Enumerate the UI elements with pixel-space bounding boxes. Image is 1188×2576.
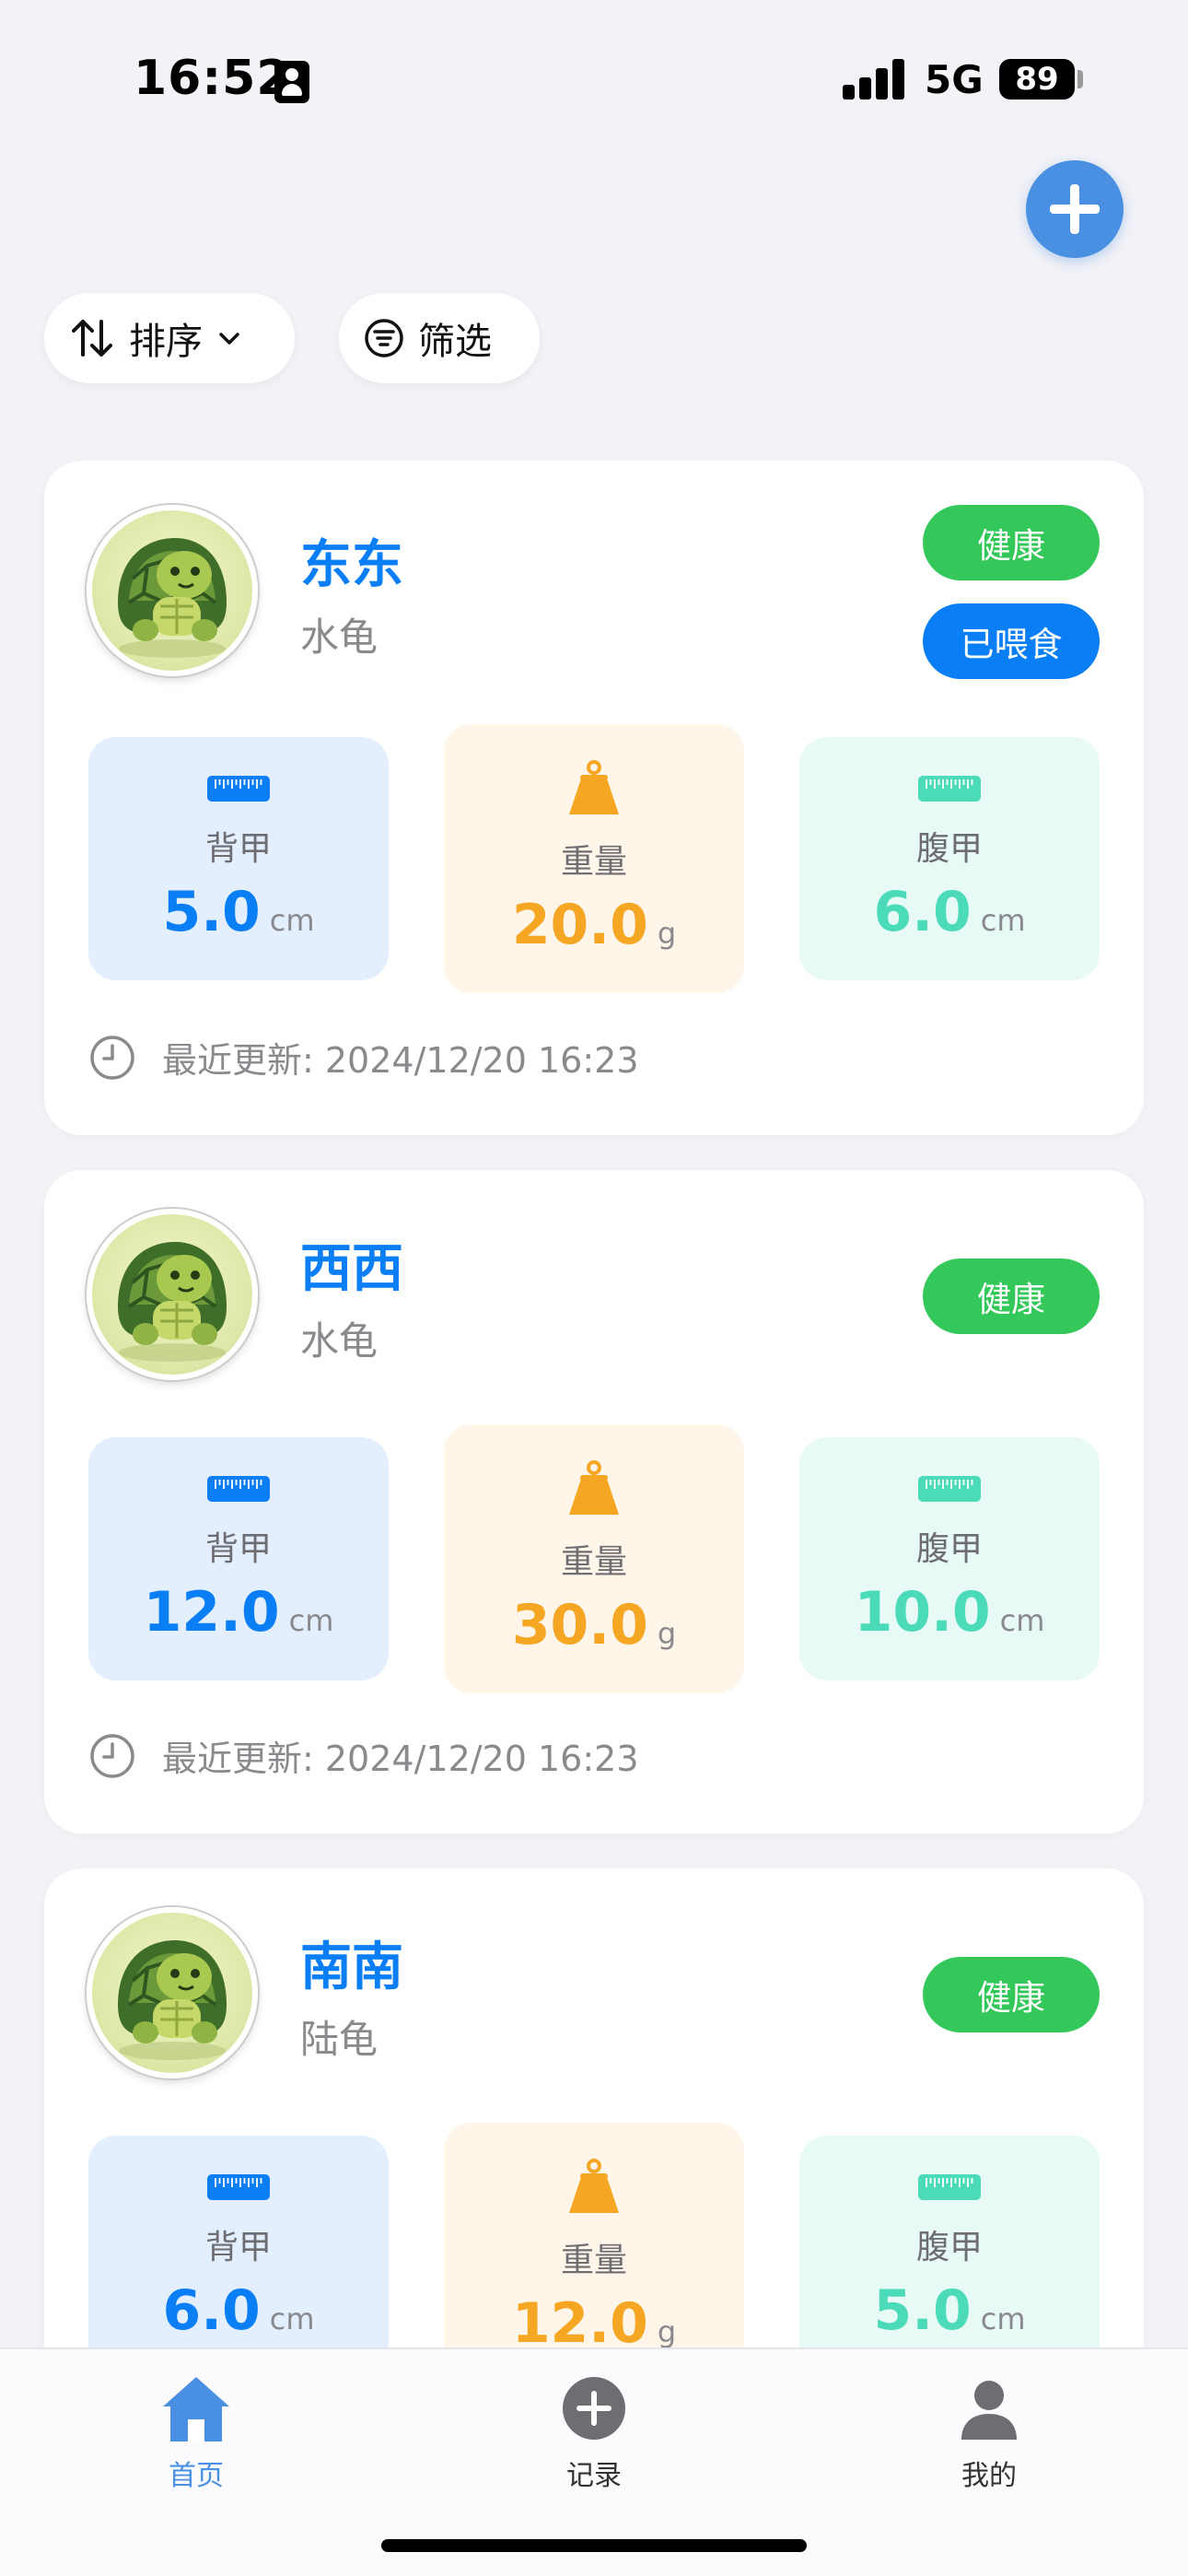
chevron-down-icon <box>219 333 239 345</box>
sort-button[interactable]: 排序 <box>44 293 295 383</box>
stat-value: 5.0 <box>873 2278 972 2343</box>
stat-label: 腹甲 <box>915 2229 983 2266</box>
stat-value: 6.0 <box>873 880 972 944</box>
stat-unit: g <box>657 1616 677 1651</box>
tab-label: 我的 <box>961 2460 1017 2492</box>
stat-label: 重量 <box>560 2242 627 2279</box>
filter-button[interactable]: 筛选 <box>339 293 540 383</box>
pet-name: 西西 <box>300 1239 403 1299</box>
pet-avatar <box>87 1209 258 1380</box>
stat-value: 30.0 <box>511 1593 648 1657</box>
clock-icon <box>90 1035 134 1080</box>
pet-avatar <box>87 505 258 676</box>
sort-label: 排序 <box>129 321 203 363</box>
stat-unit: g <box>657 2314 677 2349</box>
last-updated: 最近更新: 2024/12/20 16:23 <box>88 1730 639 1781</box>
stat-value: 12.0 <box>143 1580 280 1645</box>
shell-length-stat: 背甲 12.0 cm <box>88 1437 389 1680</box>
pet-name: 南南 <box>300 1938 403 1997</box>
ruler-icon <box>918 1476 981 1502</box>
health-status-badge: 健康 <box>923 1957 1100 2032</box>
stat-label: 腹甲 <box>915 1530 983 1568</box>
battery-tip <box>1077 70 1083 88</box>
tab-label: 记录 <box>566 2460 622 2492</box>
stat-unit: cm <box>999 1603 1045 1638</box>
stat-unit: g <box>657 916 677 951</box>
shell-length-stat: 背甲 6.0 cm <box>88 2136 389 2379</box>
belly-length-stat: 腹甲 10.0 cm <box>799 1437 1100 1680</box>
last-updated-text: 最近更新: 2024/12/20 16:23 <box>162 1040 639 1081</box>
health-status-badge: 健康 <box>923 1259 1100 1334</box>
stat-label: 背甲 <box>204 830 272 868</box>
stat-value: 12.0 <box>511 2291 648 2356</box>
stat-unit: cm <box>288 1603 334 1638</box>
belly-length-stat: 腹甲 5.0 cm <box>799 2136 1100 2379</box>
fed-status-badge: 已喂食 <box>923 603 1100 679</box>
tab-home[interactable]: 首页 <box>122 2370 270 2493</box>
person-badge-icon <box>274 61 309 103</box>
ruler-icon <box>207 776 270 802</box>
pet-species: 水龟 <box>300 1318 379 1364</box>
stat-label: 重量 <box>560 843 627 881</box>
pet-species: 陆龟 <box>300 2017 379 2062</box>
last-updated-text: 最近更新: 2024/12/20 16:23 <box>162 1739 639 1779</box>
filter-icon <box>365 319 403 357</box>
weight-icon <box>569 1460 619 1515</box>
weight-stat: 重量 30.0 g <box>444 1424 744 1693</box>
stat-unit: cm <box>980 903 1026 938</box>
add-pet-button[interactable] <box>1026 160 1124 258</box>
health-status-badge: 健康 <box>923 505 1100 580</box>
network-type: 5G <box>925 57 984 102</box>
belly-length-stat: 腹甲 6.0 cm <box>799 737 1100 980</box>
stat-unit: cm <box>269 2301 315 2336</box>
pet-species: 水龟 <box>300 615 379 660</box>
stat-label: 腹甲 <box>915 830 983 868</box>
pet-avatar <box>87 1907 258 2078</box>
stat-label: 背甲 <box>204 2229 272 2266</box>
sort-arrows-icon <box>72 320 112 357</box>
add-circle-icon <box>563 2377 625 2440</box>
stat-label: 重量 <box>560 1543 627 1581</box>
battery-icon: 89 <box>999 59 1075 100</box>
tab-label: 首页 <box>169 2460 224 2492</box>
stat-value: 5.0 <box>162 880 261 944</box>
pet-card[interactable]: 西西 水龟 健康 背甲 12.0 cm 重量 30.0 g 腹甲 10.0 cm 最近… <box>44 1170 1144 1833</box>
status-bar: 16:52 5G 89 <box>0 0 1188 166</box>
status-time: 16:52 <box>134 51 291 106</box>
ruler-icon <box>207 1476 270 1502</box>
last-updated: 最近更新: 2024/12/20 16:23 <box>88 1032 639 1083</box>
tab-mine[interactable]: 我的 <box>915 2370 1063 2493</box>
shell-length-stat: 背甲 5.0 cm <box>88 737 389 980</box>
stat-value: 20.0 <box>511 893 648 957</box>
profile-icon <box>961 2381 1017 2440</box>
weight-icon <box>569 760 619 814</box>
ruler-icon <box>918 2174 981 2200</box>
ruler-icon <box>207 2174 270 2200</box>
stat-label: 背甲 <box>204 1530 272 1568</box>
weight-icon <box>569 2159 619 2213</box>
tab-record[interactable]: 记录 <box>520 2370 668 2493</box>
stat-value: 10.0 <box>854 1580 991 1645</box>
pet-name: 东东 <box>300 535 403 595</box>
pet-card[interactable]: 东东 水龟 健康 已喂食 背甲 5.0 cm 重量 20.0 g 腹甲 6.0 cm … <box>44 461 1144 1135</box>
ruler-icon <box>918 776 981 802</box>
clock-icon <box>90 1733 134 1778</box>
stat-unit: cm <box>269 903 315 938</box>
home-indicator <box>381 2539 807 2552</box>
stat-value: 6.0 <box>162 2278 261 2343</box>
home-icon <box>163 2377 229 2441</box>
weight-stat: 重量 20.0 g <box>444 724 744 993</box>
filter-label: 筛选 <box>418 321 492 363</box>
stat-unit: cm <box>980 2301 1026 2336</box>
signal-icon <box>843 59 907 100</box>
